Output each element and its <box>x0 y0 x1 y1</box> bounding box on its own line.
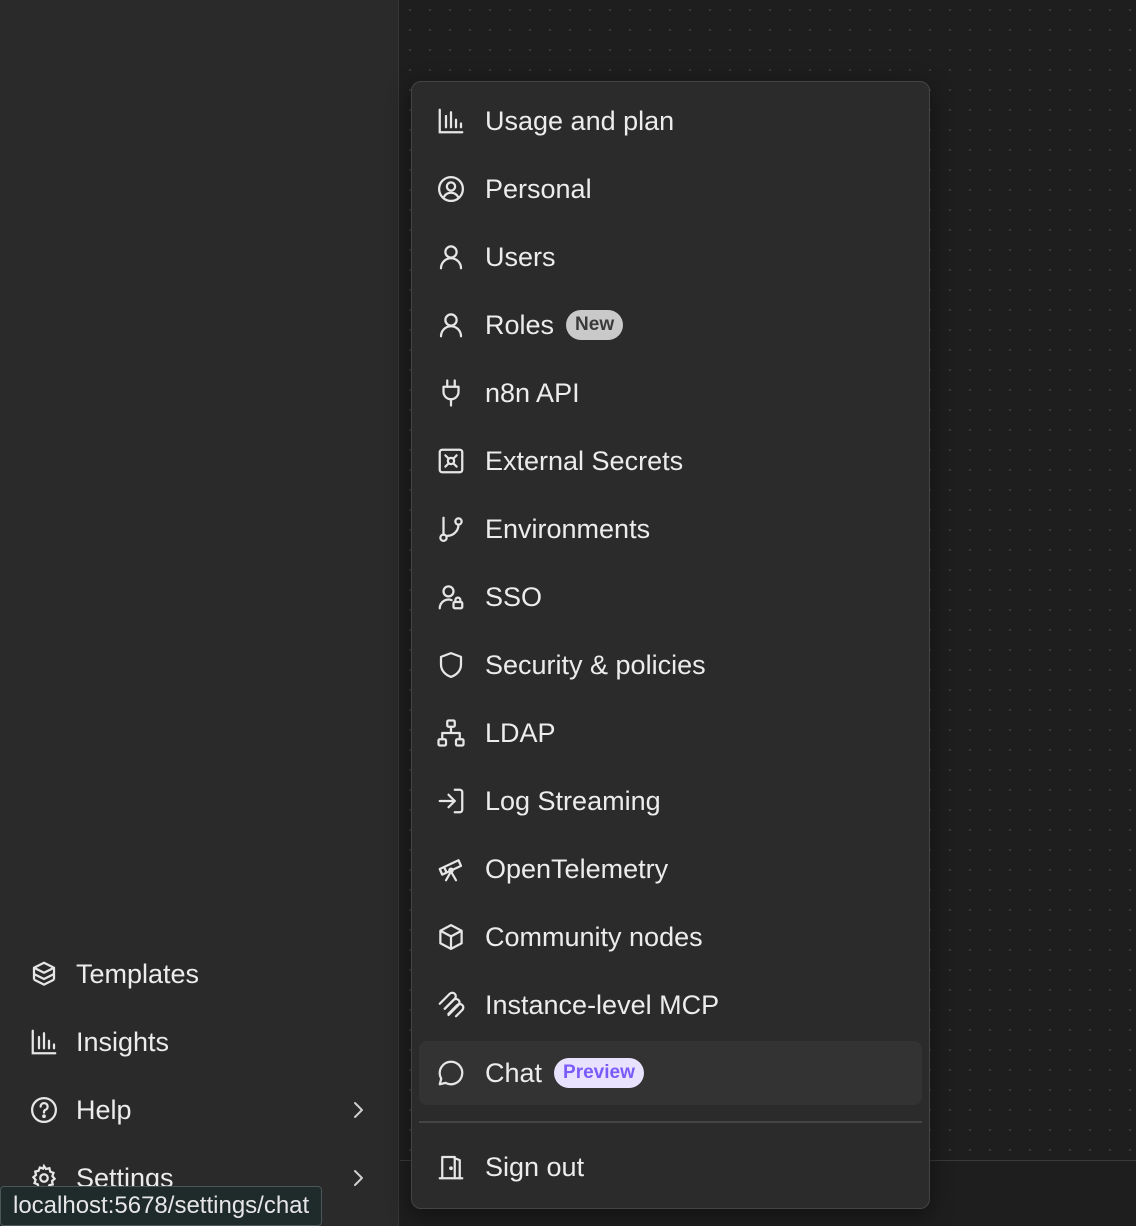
menu-item-sign-out[interactable]: Sign out <box>419 1135 922 1199</box>
network-icon <box>435 717 467 749</box>
menu-item-security-policies[interactable]: Security & policies <box>419 633 922 697</box>
menu-item-label: Users <box>485 241 556 272</box>
user-lock-icon <box>435 581 467 613</box>
sidebar-item-templates[interactable]: Templates <box>28 954 378 994</box>
menu-item-n8n-api[interactable]: n8n API <box>419 361 922 425</box>
menu-item-label: Usage and plan <box>485 105 675 136</box>
help-icon <box>28 1094 60 1126</box>
menu-item-label: SSO <box>485 581 543 612</box>
menu-item-label: LDAP <box>485 717 556 748</box>
menu-item-label: OpenTelemetry <box>485 853 669 884</box>
door-exit-icon <box>435 1151 467 1183</box>
chevron-right-icon <box>346 1166 370 1190</box>
insights-icon <box>28 1026 60 1058</box>
menu-divider <box>419 1121 922 1123</box>
user-icon <box>435 309 467 341</box>
menu-item-label: Chat <box>485 1057 543 1088</box>
menu-item-external-secrets[interactable]: External Secrets <box>419 429 922 493</box>
menu-item-chat[interactable]: Chat Preview <box>419 1041 922 1105</box>
sidebar-item-insights[interactable]: Insights <box>28 1022 378 1062</box>
usage-chart-icon <box>435 105 467 137</box>
menu-item-label: Roles <box>485 309 555 340</box>
shield-icon <box>435 649 467 681</box>
menu-item-label: Instance-level MCP <box>485 989 720 1020</box>
menu-item-users[interactable]: Users <box>419 225 922 289</box>
chat-bubble-icon <box>435 1057 467 1089</box>
sidebar: Templates Insights Help Settings <box>0 0 399 1226</box>
menu-item-label: Sign out <box>485 1151 585 1182</box>
menu-item-roles[interactable]: Roles New <box>419 293 922 357</box>
menu-item-ldap[interactable]: LDAP <box>419 701 922 765</box>
chevron-right-icon <box>346 1098 370 1122</box>
plug-icon <box>435 377 467 409</box>
menu-item-label: Security & policies <box>485 649 706 680</box>
menu-item-label: Environments <box>485 513 651 544</box>
git-branch-icon <box>435 513 467 545</box>
menu-item-label: External Secrets <box>485 445 684 476</box>
new-badge: New <box>566 310 624 340</box>
box-icon <box>435 921 467 953</box>
menu-item-label: Personal <box>485 173 592 204</box>
menu-item-environments[interactable]: Environments <box>419 497 922 561</box>
templates-icon <box>28 958 60 990</box>
settings-menu: Usage and plan Personal Users Roles New … <box>411 81 930 1209</box>
sidebar-item-help[interactable]: Help <box>28 1090 378 1130</box>
menu-item-community-nodes[interactable]: Community nodes <box>419 905 922 969</box>
user-icon <box>435 241 467 273</box>
menu-item-sso[interactable]: SSO <box>419 565 922 629</box>
menu-item-label: Log Streaming <box>485 785 661 816</box>
menu-item-opentelemetry[interactable]: OpenTelemetry <box>419 837 922 901</box>
link-url-tooltip: localhost:5678/settings/chat <box>0 1186 323 1226</box>
preview-badge: Preview <box>554 1058 644 1088</box>
menu-item-log-streaming[interactable]: Log Streaming <box>419 769 922 833</box>
menu-item-personal[interactable]: Personal <box>419 157 922 221</box>
sidebar-item-label: Templates <box>76 958 200 989</box>
mcp-icon <box>435 989 467 1021</box>
user-circle-icon <box>435 173 467 205</box>
menu-item-label: n8n API <box>485 377 580 408</box>
telescope-icon <box>435 853 467 885</box>
sidebar-item-label: Insights <box>76 1026 170 1057</box>
sidebar-item-label: Help <box>76 1094 132 1125</box>
menu-item-instance-level-mcp[interactable]: Instance-level MCP <box>419 973 922 1037</box>
menu-item-usage-and-plan[interactable]: Usage and plan <box>419 89 922 153</box>
menu-item-label: Community nodes <box>485 921 703 952</box>
log-in-icon <box>435 785 467 817</box>
vault-icon <box>435 445 467 477</box>
